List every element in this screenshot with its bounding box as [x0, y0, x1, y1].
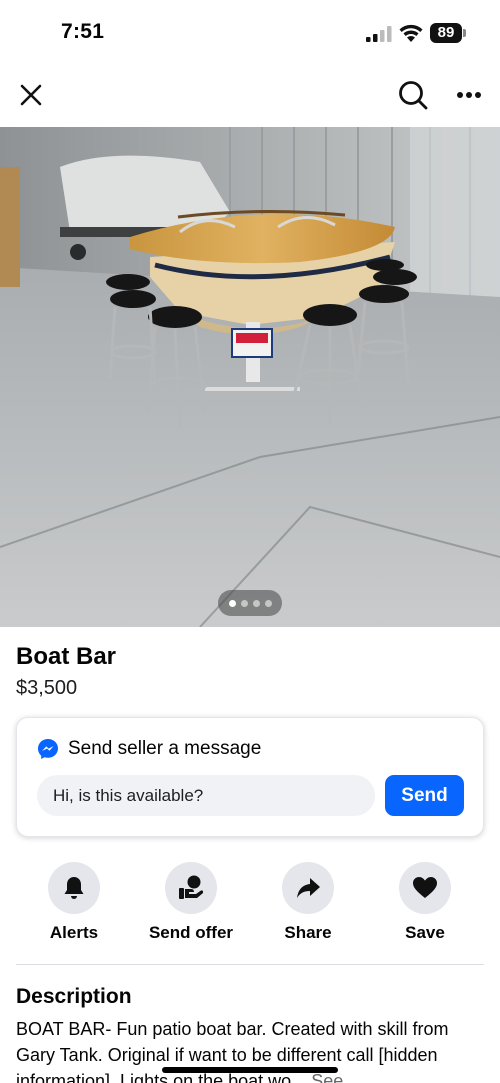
photo-pager[interactable]	[218, 590, 282, 616]
pager-dot	[252, 599, 260, 607]
search-icon	[399, 81, 428, 110]
battery-icon: 89	[430, 22, 466, 44]
action-row: Alerts Send offer Share Save	[0, 862, 500, 952]
message-header: Send seller a message	[37, 738, 261, 760]
save-button[interactable]: Save	[370, 862, 480, 943]
status-bar: 7:51 89	[0, 0, 500, 64]
listing-price: $3,500	[16, 677, 78, 699]
offer-icon	[179, 875, 204, 899]
share-icon	[297, 878, 320, 898]
top-nav	[0, 64, 500, 126]
wifi-icon	[399, 24, 423, 42]
description-body: BOAT BAR- Fun patio boat bar. Created wi…	[16, 1019, 449, 1083]
share-button[interactable]: Share	[253, 862, 363, 943]
share-label: Share	[284, 923, 332, 942]
home-indicator	[162, 1067, 338, 1073]
bell-icon	[64, 877, 84, 899]
description-heading: Description	[16, 985, 132, 1008]
signal-icon	[366, 26, 392, 42]
listing-photo[interactable]	[0, 127, 500, 627]
status-time: 7:51	[61, 20, 105, 43]
pager-dot	[240, 599, 248, 607]
more-options-button[interactable]	[452, 78, 486, 112]
battery-level: 89	[430, 23, 462, 43]
divider	[16, 964, 484, 965]
listing-title: Boat Bar	[16, 643, 117, 670]
message-heading: Send seller a message	[68, 738, 262, 759]
message-seller-card: Send seller a message Hi, is this availa…	[16, 717, 484, 837]
message-input[interactable]: Hi, is this available?	[37, 775, 375, 816]
send-offer-label: Send offer	[148, 923, 234, 942]
alerts-label: Alerts	[49, 923, 99, 942]
alerts-button[interactable]: Alerts	[19, 862, 129, 943]
pager-dot	[228, 599, 236, 607]
close-button[interactable]	[14, 78, 48, 112]
send-offer-button[interactable]: Send offer	[136, 862, 246, 943]
heart-icon	[413, 877, 437, 898]
messenger-icon	[38, 739, 58, 759]
more-icon	[457, 92, 481, 98]
save-label: Save	[405, 923, 445, 942]
close-icon	[20, 84, 42, 106]
send-button[interactable]: Send	[385, 775, 464, 816]
pager-dot	[264, 599, 272, 607]
search-button[interactable]	[396, 78, 430, 112]
boat-bar-image	[0, 127, 500, 627]
